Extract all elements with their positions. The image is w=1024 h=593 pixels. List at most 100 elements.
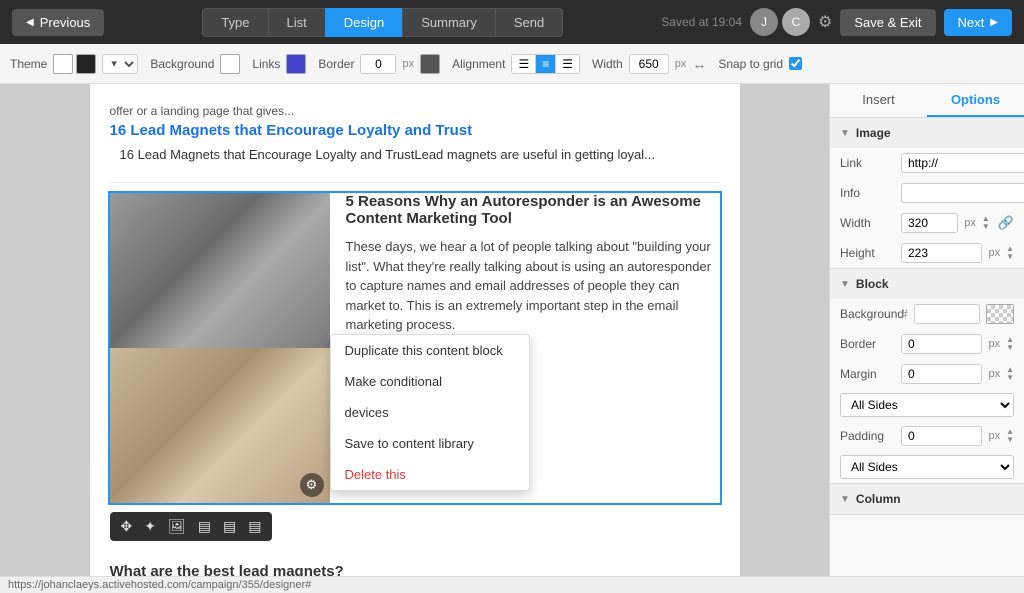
prev-button[interactable]: Previous	[12, 9, 104, 36]
block-border-input[interactable]	[901, 334, 982, 354]
img-width-input[interactable]	[901, 213, 958, 233]
padding-sides-dropdown[interactable]: All Sides	[840, 455, 1014, 479]
watch-image-top	[110, 193, 330, 348]
devices-item[interactable]: devices	[331, 397, 529, 428]
padding-spinbox: ▲ ▼	[1006, 428, 1014, 444]
block-section-header[interactable]: ▼ Block	[830, 269, 1024, 299]
theme-swatch[interactable]	[53, 54, 96, 74]
content-body: These days, we hear a lot of people talk…	[346, 237, 720, 335]
width-group: Width px ↔	[592, 54, 706, 74]
block-padding-label: Padding	[840, 429, 895, 443]
tab-insert[interactable]: Insert	[830, 84, 927, 117]
block-bg-row: Background #	[830, 299, 1024, 329]
divider	[110, 182, 720, 183]
duplicate-item[interactable]: Duplicate this content block	[331, 335, 529, 366]
links-label: Links	[252, 57, 280, 71]
step-list[interactable]: List	[268, 8, 325, 37]
block-toolbar: ✥ ✦ 🖼 ▤ ▤ ▤	[110, 512, 273, 541]
library-item[interactable]: Save to content library	[331, 428, 529, 459]
img-height-unit: px	[988, 247, 1000, 259]
theme-label: Theme	[10, 57, 47, 71]
settings-button[interactable]: ⚙	[818, 12, 832, 32]
bottom-section: What are the best lead magnets? Lead mag…	[110, 563, 720, 576]
swatch-white[interactable]	[53, 54, 73, 74]
block-bg-label: Background	[840, 307, 895, 321]
margin-sides-dropdown[interactable]: All Sides	[840, 393, 1014, 417]
margin-sides-row: All Sides	[830, 389, 1024, 421]
color-preview[interactable]	[986, 304, 1014, 324]
image-section-header[interactable]: ▼ Image	[830, 118, 1024, 148]
nav-left: Previous	[12, 9, 104, 36]
link-row: Link ⚙	[830, 148, 1024, 178]
background-swatch[interactable]	[220, 54, 240, 74]
img-height-row: Height px ▲ ▼	[830, 238, 1024, 268]
border-spin-down[interactable]: ▼	[1006, 344, 1014, 352]
image-section: ▼ Image Link ⚙ Info Width px ▲ ▼	[830, 118, 1024, 269]
column-section: ▼ Column	[830, 484, 1024, 515]
saved-status: Saved at 19:04	[661, 15, 742, 29]
align-left-button[interactable]: ☰	[512, 55, 536, 73]
status-bar: https://johanclaeys.activehosted.com/cam…	[0, 576, 1024, 593]
border-spinbox: ▲ ▼	[1006, 336, 1014, 352]
align-right-button[interactable]: ☰	[556, 55, 579, 73]
info-label: Info	[840, 186, 895, 200]
block-bg-input[interactable]	[914, 304, 980, 324]
block-section-label: Block	[856, 277, 889, 291]
info-input[interactable]	[901, 183, 1024, 203]
block-margin-unit: px	[988, 368, 1000, 380]
block-align-center-button[interactable]: ▤	[218, 516, 241, 537]
block-padding-input[interactable]	[901, 426, 982, 446]
snap-checkbox[interactable]	[789, 57, 802, 70]
link-label: Link	[840, 156, 895, 170]
block-section: ▼ Block Background # Border px ▲ ▼ Margi…	[830, 269, 1024, 484]
block-align-right-button[interactable]: ▤	[243, 516, 266, 537]
block-margin-input[interactable]	[901, 364, 982, 384]
links-swatch[interactable]	[286, 54, 306, 74]
context-menu: Duplicate this content block Make condit…	[330, 334, 530, 491]
content-title: 5 Reasons Why an Autoresponder is an Awe…	[346, 193, 720, 227]
padding-sides-row: All Sides	[830, 451, 1024, 483]
img-width-row: Width px ▲ ▼ 🔗	[830, 208, 1024, 238]
align-center-button[interactable]: ≡	[536, 55, 556, 73]
padding-spin-down[interactable]: ▼	[1006, 436, 1014, 444]
next-button[interactable]: Next	[944, 9, 1012, 36]
width-spin-down[interactable]: ▼	[982, 223, 990, 231]
block-pin-button[interactable]: ✦	[139, 516, 161, 537]
canvas-inner: offer or a landing page that gives... 16…	[90, 84, 740, 576]
swatch-black[interactable]	[76, 54, 96, 74]
block-move-button[interactable]: ✥	[116, 516, 138, 537]
theme-dropdown[interactable]: ▾	[102, 54, 138, 74]
step-send[interactable]: Send	[495, 8, 563, 37]
step-summary[interactable]: Summary	[402, 8, 495, 37]
article-link[interactable]: 16 Lead Magnets that Encourage Loyalty a…	[110, 122, 720, 139]
margin-spin-down[interactable]: ▼	[1006, 374, 1014, 382]
info-row: Info	[830, 178, 1024, 208]
bottom-title: What are the best lead magnets?	[110, 563, 720, 576]
canvas-area[interactable]: offer or a landing page that gives... 16…	[0, 84, 829, 576]
gear-overlay[interactable]: ⚙	[300, 473, 324, 497]
border-input[interactable]	[360, 54, 396, 74]
delete-item[interactable]: Delete this	[331, 459, 529, 490]
width-input[interactable]	[629, 54, 669, 74]
img-height-label: Height	[840, 246, 895, 260]
img-height-input[interactable]	[901, 243, 982, 263]
block-margin-row: Margin px ▲ ▼	[830, 359, 1024, 389]
column-section-header[interactable]: ▼ Column	[830, 484, 1024, 514]
block-border-unit: px	[988, 338, 1000, 350]
border-group: Border px	[318, 54, 440, 74]
background-group: Background	[150, 54, 240, 74]
block-image-button[interactable]: 🖼	[163, 516, 191, 537]
height-spin-down[interactable]: ▼	[1006, 253, 1014, 261]
link-input[interactable]	[901, 153, 1024, 173]
border-unit: px	[402, 58, 414, 70]
block-align-left-button[interactable]: ▤	[193, 516, 216, 537]
main-area: offer or a landing page that gives... 16…	[0, 84, 1024, 576]
step-design[interactable]: Design	[325, 8, 402, 37]
border-color[interactable]	[420, 54, 440, 74]
image-section-label: Image	[856, 126, 891, 140]
conditional-item[interactable]: Make conditional	[331, 366, 529, 397]
save-exit-button[interactable]: Save & Exit	[840, 9, 935, 36]
avatar-2: C	[782, 8, 810, 36]
tab-options[interactable]: Options	[927, 84, 1024, 117]
step-type[interactable]: Type	[202, 8, 267, 37]
